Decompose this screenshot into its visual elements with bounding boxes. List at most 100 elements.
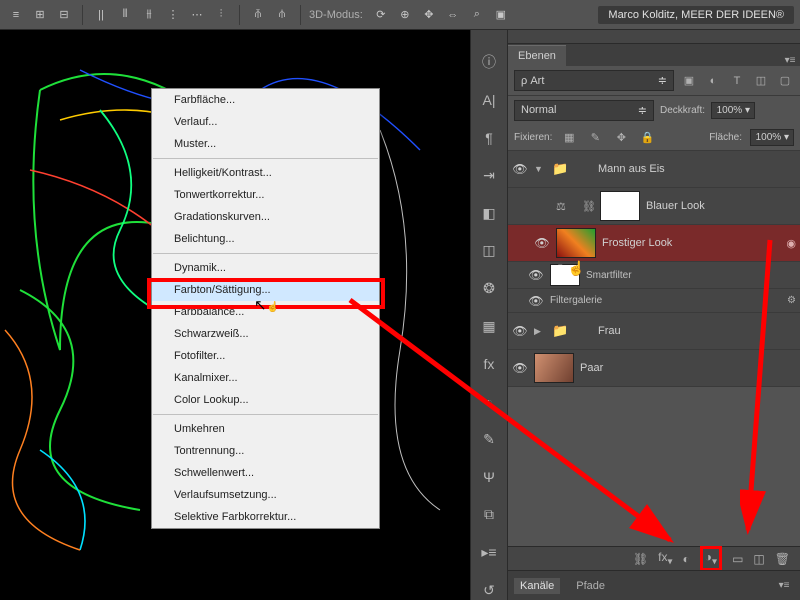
menu-item[interactable]: Verlauf... <box>152 111 379 133</box>
distribute-icon[interactable]: ⫴ <box>115 5 135 25</box>
clone-icon[interactable]: ⧉ <box>476 505 502 525</box>
new-layer-icon[interactable]: ◫ <box>753 552 764 566</box>
fill-input[interactable]: 100% ▾ <box>750 129 794 146</box>
swatches-icon[interactable]: ❂ <box>476 279 502 299</box>
tab-channels[interactable]: Kanäle <box>514 578 560 594</box>
visibility-toggle-icon[interactable]: 👁 <box>512 324 528 338</box>
layer-group-row[interactable]: 👁 ▶ 📁 Frau <box>508 313 800 350</box>
visibility-toggle-icon[interactable]: 👁 <box>512 361 528 375</box>
distribute-icon[interactable]: ⋯ <box>187 5 207 25</box>
menu-item[interactable]: Fotofilter... <box>152 345 379 367</box>
distribute-icon[interactable]: ⫶ <box>211 5 231 25</box>
layer-row[interactable]: ⚖ ⛓ Blauer Look <box>508 188 800 225</box>
menu-item[interactable]: Schwellenwert... <box>152 462 379 484</box>
smartfilter-item-row[interactable]: 👁 Filtergalerie ⚙ <box>508 289 800 313</box>
brush-icon[interactable]: ✎ <box>476 429 502 449</box>
filter-adjust-icon[interactable]: ◐ <box>704 73 722 89</box>
camera-icon[interactable]: ▣ <box>491 5 511 25</box>
visibility-toggle-icon[interactable]: 👁 <box>534 236 550 250</box>
menu-item[interactable]: Tontrennung... <box>152 440 379 462</box>
layer-name: Frostiger Look <box>602 237 780 249</box>
menu-item[interactable]: Selektive Farbkorrektur... <box>152 506 379 528</box>
layer-name: Mann aus Eis <box>598 163 796 175</box>
lock-transparent-icon[interactable]: ▦ <box>560 130 578 146</box>
menu-item[interactable]: Color Lookup... <box>152 389 379 411</box>
pathfinder-icon[interactable]: ◧ <box>476 203 502 223</box>
zoom-icon[interactable]: ⌕ <box>467 5 487 25</box>
lock-pixel-icon[interactable]: ✎ <box>586 130 604 146</box>
distribute-icon[interactable]: || <box>91 5 111 25</box>
menu-item[interactable]: Muster... <box>152 133 379 155</box>
panel-menu-icon[interactable]: ▾≡ <box>780 55 800 66</box>
filter-settings-icon[interactable]: ⚙ <box>787 295 796 306</box>
opacity-input[interactable]: 100% ▾ <box>711 102 755 119</box>
distribute-icon[interactable]: ⫵ <box>139 5 159 25</box>
blend-mode-dropdown[interactable]: Normal≑ <box>514 100 654 121</box>
fx-menu-icon[interactable]: fx▾ <box>658 550 672 567</box>
menu-item[interactable]: Kanalmixer... <box>152 367 379 389</box>
layer-row-selected[interactable]: 👁 Frostiger Look ◉ <box>508 225 800 262</box>
styles-icon[interactable]: ▦ <box>476 316 502 336</box>
align-icon[interactable]: ⊞ <box>30 5 50 25</box>
delete-layer-icon[interactable]: 🗑 <box>775 552 790 566</box>
new-adjustment-icon[interactable]: ◑▾ <box>700 546 722 571</box>
spacing-icon[interactable]: ⫛ <box>272 5 292 25</box>
cursor-icon: ↖☝ <box>556 260 585 277</box>
menu-item[interactable]: Helligkeit/Kontrast... <box>152 162 379 184</box>
collapsed-panels-strip: ⓘ A| ¶ ⇥ ◧ ◫ ❂ ▦ fx ◐ ✎ Ψ ⧉ ▸≡ ↺ <box>470 30 508 600</box>
visibility-toggle-icon[interactable]: 👁 <box>512 162 528 176</box>
filter-shape-icon[interactable]: ◫ <box>752 73 770 89</box>
distribute-icon[interactable]: ⋮ <box>163 5 183 25</box>
menu-item[interactable]: Tonwertkorrektur... <box>152 184 379 206</box>
mask-icon[interactable]: ◐ <box>683 552 690 566</box>
spacing-icon[interactable]: ⫚ <box>248 5 268 25</box>
character-icon[interactable]: A| <box>476 90 502 110</box>
fx-icon[interactable]: fx <box>476 354 502 374</box>
layer-row[interactable]: 👁 Paar <box>508 350 800 387</box>
layers-footer: ⛓ fx▾ ◐ ◑▾ ▭ ◫ 🗑 <box>508 546 800 570</box>
lock-position-icon[interactable]: ✥ <box>612 130 630 146</box>
overlap-icon[interactable]: ◫ <box>476 241 502 261</box>
tab-layers[interactable]: Ebenen <box>508 45 566 66</box>
menu-item[interactable]: Dynamik... <box>152 257 379 279</box>
layers-panel: Ebenen ▾≡ ρ Art≑ ▣ ◐ T ◫ ▢ Normal≑ Deckk… <box>508 30 800 600</box>
info-icon[interactable]: ⓘ <box>476 52 502 72</box>
paragraph-icon[interactable]: ¶ <box>476 128 502 148</box>
disclosure-icon[interactable]: ▼ <box>534 164 546 174</box>
menu-item[interactable]: Gradationskurven... <box>152 206 379 228</box>
menu-item[interactable]: Schwarzweiß... <box>152 323 379 345</box>
roll-icon[interactable]: ⊕ <box>395 5 415 25</box>
align-icon[interactable]: ⊟ <box>54 5 74 25</box>
menu-separator <box>153 158 378 159</box>
align-icon[interactable]: ≡ <box>6 5 26 25</box>
filter-kind-dropdown[interactable]: ρ Art≑ <box>514 70 674 91</box>
menu-item[interactable]: Belichtung... <box>152 228 379 250</box>
menu-item[interactable]: Verlaufsumsetzung... <box>152 484 379 506</box>
history-icon[interactable]: ↺ <box>476 580 502 600</box>
orbit-icon[interactable]: ⟳ <box>371 5 391 25</box>
new-group-icon[interactable]: ▭ <box>732 552 743 566</box>
smartfilter-row[interactable]: ↖☝ 👁 Smartfilter <box>508 262 800 289</box>
link-layers-icon[interactable]: ⛓ <box>633 552 648 566</box>
lock-all-icon[interactable]: 🔒 <box>638 130 656 146</box>
link-icon: ⛓ <box>582 200 594 213</box>
visibility-toggle-icon[interactable]: 👁 <box>528 268 544 282</box>
pan-icon[interactable]: ✥ <box>419 5 439 25</box>
filter-type-icon[interactable]: T <box>728 73 746 89</box>
slide-icon[interactable]: ⇔ <box>443 5 463 25</box>
disclosure-icon[interactable]: ▶ <box>534 326 546 337</box>
cursor-icon: ↖☝ <box>254 296 279 314</box>
actions-icon[interactable]: ▸≡ <box>476 543 502 563</box>
layer-group-row[interactable]: 👁 ▼ 📁 Mann aus Eis <box>508 151 800 188</box>
visibility-toggle-icon[interactable]: 👁 <box>528 294 544 308</box>
adjustment-icon[interactable]: ◐ <box>476 392 502 412</box>
layer-name: Blauer Look <box>646 200 796 212</box>
menu-item[interactable]: Farbfläche... <box>152 89 379 111</box>
brushpreset-icon[interactable]: Ψ <box>476 467 502 487</box>
menu-item[interactable]: Umkehren <box>152 418 379 440</box>
kerning-icon[interactable]: ⇥ <box>476 165 502 185</box>
panel-menu-icon[interactable]: ▾≡ <box>774 580 794 591</box>
tab-paths[interactable]: Pfade <box>570 578 611 594</box>
filter-smart-icon[interactable]: ▢ <box>776 73 794 89</box>
filter-pixel-icon[interactable]: ▣ <box>680 73 698 89</box>
